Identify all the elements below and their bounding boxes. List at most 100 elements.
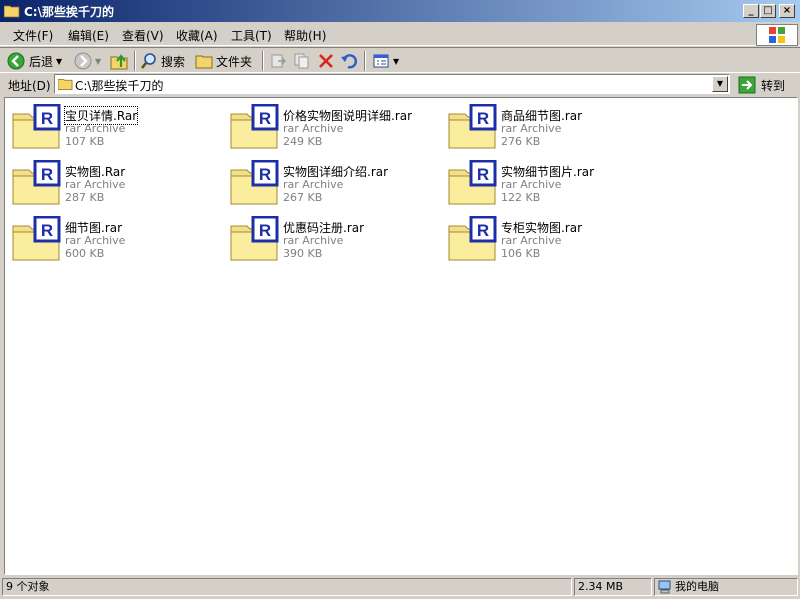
- menu-file[interactable]: 文件(F): [13, 27, 53, 44]
- svg-text:R: R: [41, 165, 53, 184]
- toolbar: 后退 ▼ ▼ 搜索 文件夹 ▼: [0, 47, 800, 73]
- forward-arrow-icon: [74, 52, 92, 70]
- file-size: 600 KB: [65, 247, 105, 260]
- rar-archive-icon: R: [12, 104, 61, 149]
- file-list[interactable]: R 宝贝详情.Rar rar Archive 107 KB R 价格实物图说明详细.rar…: [4, 97, 798, 575]
- folders-label: 文件夹: [216, 54, 253, 69]
- views-dropdown-icon[interactable]: ▼: [393, 57, 399, 66]
- delete-icon: [319, 54, 333, 68]
- copy-to-icon: [294, 53, 309, 69]
- minimize-button[interactable]: _: [743, 4, 759, 18]
- toolbar-separator: [262, 51, 264, 71]
- menu-view[interactable]: 查看(V): [122, 27, 164, 44]
- folders-button[interactable]: 文件夹: [195, 51, 252, 71]
- file-item[interactable]: R 宝贝详情.Rar rar Archive 107 KB: [9, 102, 219, 152]
- file-item[interactable]: R 优惠码注册.rar rar Archive 390 KB: [227, 214, 437, 264]
- file-size: 287 KB: [65, 191, 105, 204]
- undo-button[interactable]: [340, 51, 358, 71]
- rar-archive-icon: R: [230, 104, 279, 149]
- folder-icon: [58, 78, 73, 90]
- file-type: rar Archive: [65, 234, 126, 247]
- go-button[interactable]: 转到: [738, 75, 785, 95]
- windows-logo-icon: [756, 24, 798, 46]
- title-bar[interactable]: C:\那些挨千刀的 _ □ ×: [0, 0, 800, 22]
- undo-icon: [341, 54, 358, 69]
- status-bar: 9 个对象 2.34 MB 我的电脑: [0, 576, 800, 599]
- file-item[interactable]: R 实物图详细介绍.rar rar Archive 267 KB: [227, 158, 437, 208]
- file-type: rar Archive: [65, 122, 126, 135]
- svg-text:R: R: [41, 221, 53, 240]
- file-item[interactable]: R 实物图.Rar rar Archive 287 KB: [9, 158, 219, 208]
- file-size: 122 KB: [501, 191, 541, 204]
- status-object-count: 9 个对象: [2, 578, 572, 596]
- up-folder-button[interactable]: [110, 51, 130, 71]
- my-computer-icon: [658, 580, 671, 594]
- svg-text:R: R: [41, 109, 53, 128]
- menu-favorites[interactable]: 收藏(A): [176, 27, 218, 44]
- file-type: rar Archive: [501, 178, 562, 191]
- rar-archive-icon: R: [448, 216, 497, 261]
- maximize-button[interactable]: □: [760, 4, 776, 18]
- rar-archive-icon: R: [448, 104, 497, 149]
- views-icon: [373, 54, 389, 68]
- back-label: 后退: [29, 54, 54, 69]
- address-bar: 地址(D) C:\那些挨千刀的 ▼ 转到: [0, 74, 800, 96]
- window-title: C:\那些挨千刀的: [24, 5, 114, 19]
- back-arrow-icon: [7, 52, 25, 70]
- file-size: 276 KB: [501, 135, 541, 148]
- address-input[interactable]: C:\那些挨千刀的 ▼: [54, 74, 730, 94]
- svg-text:R: R: [259, 221, 271, 240]
- menu-help[interactable]: 帮助(H): [284, 27, 326, 44]
- file-size: 249 KB: [283, 135, 323, 148]
- move-to-button[interactable]: [269, 51, 287, 71]
- svg-text:R: R: [259, 165, 271, 184]
- back-dropdown-icon[interactable]: ▼: [56, 57, 62, 66]
- file-type: rar Archive: [283, 178, 344, 191]
- file-item[interactable]: R 专柜实物图.rar rar Archive 106 KB: [445, 214, 655, 264]
- folders-icon: [195, 55, 213, 69]
- search-label: 搜索: [161, 54, 186, 69]
- folder-icon: [4, 5, 20, 18]
- svg-text:R: R: [477, 165, 489, 184]
- toolbar-separator: [364, 51, 366, 71]
- file-type: rar Archive: [501, 122, 562, 135]
- menu-bar: 文件(F) 编辑(E) 查看(V) 收藏(A) 工具(T) 帮助(H): [0, 23, 800, 46]
- go-label: 转到: [761, 78, 786, 93]
- file-item[interactable]: R 实物细节图片.rar rar Archive 122 KB: [445, 158, 655, 208]
- rar-archive-icon: R: [448, 160, 497, 205]
- back-button[interactable]: 后退 ▼: [7, 51, 62, 71]
- up-folder-icon: [110, 54, 128, 70]
- search-icon: [140, 53, 156, 69]
- file-item[interactable]: R 价格实物图说明详细.rar rar Archive 249 KB: [227, 102, 437, 152]
- views-button[interactable]: ▼: [372, 51, 399, 71]
- file-size: 390 KB: [283, 247, 323, 260]
- rar-archive-icon: R: [12, 160, 61, 205]
- file-type: rar Archive: [65, 178, 126, 191]
- file-size: 267 KB: [283, 191, 323, 204]
- svg-text:R: R: [477, 109, 489, 128]
- go-arrow-icon: [738, 76, 756, 94]
- toolbar-separator: [134, 51, 136, 71]
- address-path: C:\那些挨千刀的: [75, 79, 164, 93]
- forward-dropdown-icon[interactable]: ▼: [95, 57, 101, 66]
- status-location: 我的电脑: [654, 578, 798, 596]
- move-to-icon: [271, 54, 287, 68]
- address-label: 地址(D): [8, 79, 51, 93]
- forward-button[interactable]: ▼: [74, 51, 101, 71]
- status-total-size: 2.34 MB: [574, 578, 652, 596]
- delete-button[interactable]: [317, 51, 335, 71]
- svg-text:R: R: [477, 221, 489, 240]
- menu-tools[interactable]: 工具(T): [231, 27, 272, 44]
- address-dropdown-icon[interactable]: ▼: [712, 76, 728, 92]
- file-size: 106 KB: [501, 247, 541, 260]
- rar-archive-icon: R: [230, 216, 279, 261]
- search-button[interactable]: 搜索: [140, 51, 185, 71]
- file-item[interactable]: R 细节图.rar rar Archive 600 KB: [9, 214, 219, 264]
- file-item[interactable]: R 商品细节图.rar rar Archive 276 KB: [445, 102, 655, 152]
- menu-edit[interactable]: 编辑(E): [68, 27, 109, 44]
- svg-text:R: R: [259, 109, 271, 128]
- status-location-label: 我的电脑: [675, 580, 719, 593]
- file-type: rar Archive: [283, 234, 344, 247]
- copy-to-button[interactable]: [293, 51, 311, 71]
- close-button[interactable]: ×: [779, 4, 795, 18]
